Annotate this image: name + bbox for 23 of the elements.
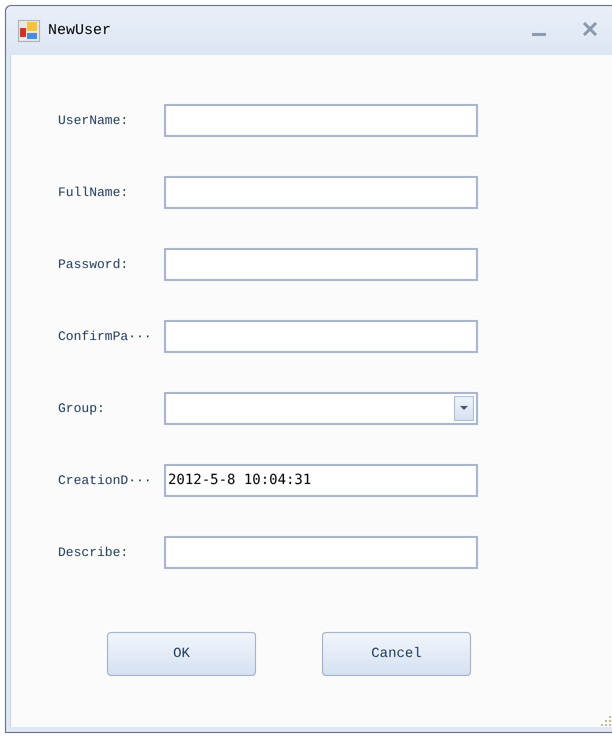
input-field[interactable] xyxy=(164,248,478,280)
input-field[interactable] xyxy=(164,320,478,352)
resize-grip-icon xyxy=(600,715,612,727)
dialog-button[interactable]: Cancel xyxy=(322,632,471,676)
app-icon xyxy=(18,20,40,42)
field-label: Describe: xyxy=(57,544,130,560)
input-field[interactable]: 2012-5-8 10:04:31 xyxy=(164,464,478,496)
dialog-button[interactable]: OK xyxy=(107,632,256,676)
close-icon xyxy=(582,22,598,36)
field-label: CreationD··· xyxy=(57,472,153,488)
input-field[interactable] xyxy=(164,536,478,568)
minimize-icon xyxy=(532,33,546,36)
dropdown-field[interactable] xyxy=(164,392,478,424)
dropdown-button[interactable] xyxy=(454,396,474,420)
input-field[interactable] xyxy=(164,176,478,208)
field-label: FullName: xyxy=(57,184,130,200)
input-field[interactable] xyxy=(164,104,478,136)
field-label: ConfirmPa··· xyxy=(57,328,153,344)
caret-icon xyxy=(460,406,468,410)
field-label: Group: xyxy=(57,400,106,416)
field-label: Password: xyxy=(57,256,130,272)
window-title: NewUser xyxy=(48,22,112,39)
field-label: UserName: xyxy=(57,112,130,128)
